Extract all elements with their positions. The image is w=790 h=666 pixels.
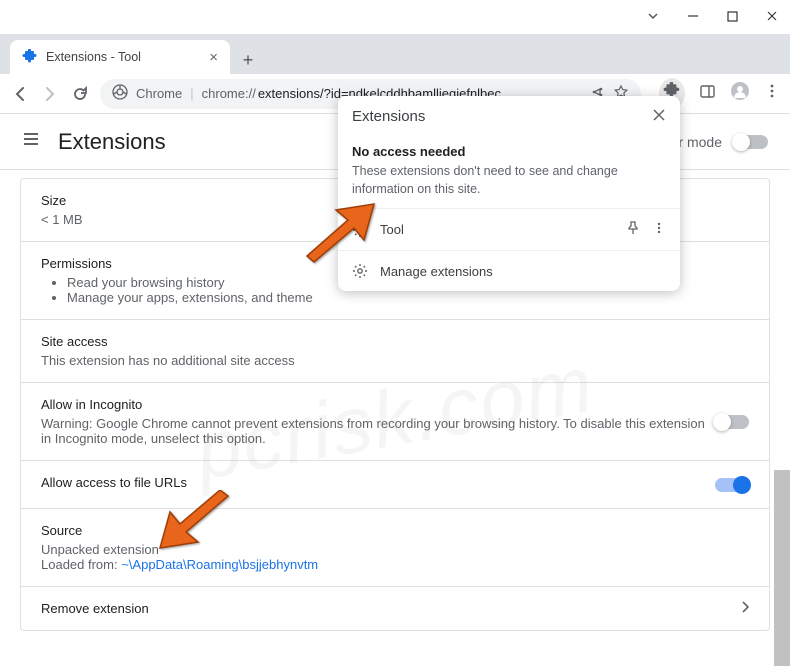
incognito-label: Allow in Incognito bbox=[41, 397, 715, 412]
chrome-page-icon bbox=[112, 84, 128, 103]
section-site-access: Site access This extension has no additi… bbox=[21, 320, 769, 383]
maximize-button[interactable] bbox=[727, 9, 738, 25]
close-button[interactable] bbox=[766, 9, 778, 25]
section-file-urls: Allow access to file URLs bbox=[21, 461, 769, 509]
permission-item: Manage your apps, extensions, and theme bbox=[67, 290, 749, 305]
reload-button[interactable] bbox=[70, 84, 90, 104]
profile-icon[interactable] bbox=[730, 81, 750, 106]
url-scheme: Chrome bbox=[136, 86, 182, 101]
chevron-right-icon bbox=[741, 601, 749, 616]
arrow-annotation bbox=[156, 490, 234, 561]
tab-extensions-tool[interactable]: Extensions - Tool × bbox=[10, 40, 230, 74]
arrow-annotation bbox=[302, 200, 380, 271]
chevron-down-icon[interactable] bbox=[647, 9, 659, 25]
remove-extension-label: Remove extension bbox=[41, 601, 149, 616]
popup-manage-label: Manage extensions bbox=[380, 264, 493, 279]
pin-icon[interactable] bbox=[626, 221, 640, 238]
more-icon[interactable] bbox=[652, 221, 666, 238]
popup-title: Extensions bbox=[352, 108, 425, 126]
scrollbar[interactable] bbox=[774, 470, 790, 666]
back-button[interactable] bbox=[10, 84, 30, 104]
popup-close-icon[interactable] bbox=[652, 108, 666, 126]
source-loaded-prefix: Loaded from: bbox=[41, 557, 121, 572]
url-prefix: chrome:// bbox=[202, 86, 256, 101]
source-label: Source bbox=[41, 523, 749, 538]
source-value: Unpacked extension bbox=[41, 542, 749, 557]
popup-section-title: No access needed bbox=[352, 144, 666, 159]
popup-manage-extensions[interactable]: Manage extensions bbox=[338, 250, 680, 291]
puzzle-icon bbox=[22, 49, 38, 65]
section-incognito: Allow in Incognito Warning: Google Chrom… bbox=[21, 383, 769, 461]
menu-icon[interactable] bbox=[764, 83, 780, 104]
hamburger-icon[interactable] bbox=[22, 130, 40, 153]
site-access-label: Site access bbox=[41, 334, 749, 349]
side-panel-icon[interactable] bbox=[699, 83, 716, 105]
remove-extension-row[interactable]: Remove extension bbox=[21, 587, 769, 630]
developer-mode-toggle[interactable] bbox=[734, 135, 768, 149]
file-urls-label: Allow access to file URLs bbox=[41, 475, 715, 490]
popup-item-name: Tool bbox=[380, 222, 614, 237]
forward-button[interactable] bbox=[40, 84, 60, 104]
minimize-button[interactable] bbox=[687, 9, 699, 25]
section-source: Source Unpacked extension Loaded from: ~… bbox=[21, 509, 769, 587]
site-access-value: This extension has no additional site ac… bbox=[41, 353, 749, 368]
file-urls-toggle[interactable] bbox=[715, 478, 749, 492]
incognito-toggle[interactable] bbox=[715, 415, 749, 429]
page-title: Extensions bbox=[58, 129, 166, 155]
popup-section-desc: These extensions don't need to see and c… bbox=[352, 163, 666, 198]
extensions-popup: Extensions No access needed These extens… bbox=[338, 96, 680, 291]
tab-close-icon[interactable]: × bbox=[209, 49, 218, 66]
tab-title: Extensions - Tool bbox=[46, 50, 141, 64]
window-controls bbox=[0, 0, 790, 34]
new-tab-button[interactable]: + bbox=[234, 46, 262, 74]
incognito-desc: Warning: Google Chrome cannot prevent ex… bbox=[41, 416, 715, 446]
popup-item-tool[interactable]: Tool bbox=[338, 208, 680, 250]
tab-strip: Extensions - Tool × + bbox=[0, 34, 790, 74]
